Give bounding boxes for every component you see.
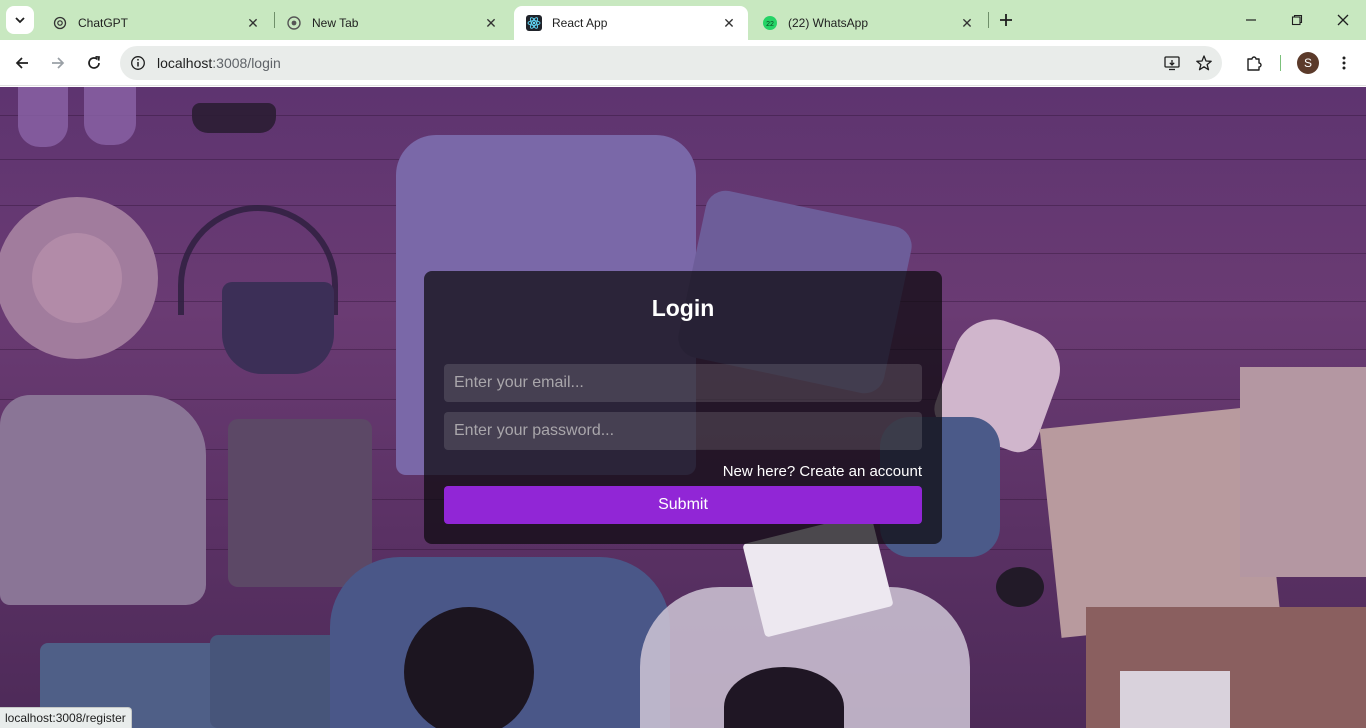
create-account-link[interactable]: New here? Create an account (723, 463, 922, 480)
url-text[interactable]: localhost:3008/login (157, 55, 281, 71)
login-page: Login New here? Create an account Submit (0, 87, 1366, 728)
tab-search-button[interactable] (6, 6, 34, 34)
forward-button[interactable] (44, 49, 72, 77)
minimize-button[interactable] (1228, 0, 1274, 40)
more-vertical-icon (1342, 56, 1346, 70)
url-path: :3008/login (212, 55, 281, 71)
email-input[interactable] (444, 364, 922, 402)
restore-icon (1291, 14, 1303, 26)
password-input[interactable] (444, 412, 922, 450)
chatgpt-icon (52, 15, 68, 31)
close-tab-icon[interactable]: ✕ (244, 14, 262, 32)
chevron-down-icon (15, 17, 25, 24)
tab-title: React App (552, 16, 608, 30)
whatsapp-badge: 22 (766, 21, 774, 28)
tab-title: ChatGPT (78, 16, 129, 30)
tab-separator (988, 12, 989, 28)
star-icon (1196, 55, 1212, 71)
submit-button[interactable]: Submit (444, 486, 922, 524)
arrow-right-icon (52, 57, 65, 69)
tab-chatgpt[interactable]: ChatGPT ✕ (40, 6, 272, 40)
status-bar-url: localhost:3008/register (0, 707, 132, 728)
close-icon (1337, 14, 1349, 26)
browser-menu-button[interactable] (1330, 49, 1358, 77)
close-tab-icon[interactable]: ✕ (720, 14, 738, 32)
close-tab-icon[interactable]: ✕ (482, 14, 500, 32)
browser-toolbar: localhost:3008/login S (0, 40, 1366, 86)
react-icon (526, 15, 542, 31)
chrome-icon (286, 15, 302, 31)
tab-new-tab[interactable]: New Tab ✕ (274, 6, 510, 40)
toolbar-separator (1280, 55, 1281, 71)
install-icon (1164, 56, 1180, 71)
extensions-button[interactable] (1240, 49, 1268, 77)
url-host: localhost (157, 55, 213, 71)
bookmark-button[interactable] (1192, 51, 1216, 75)
puzzle-icon (1247, 56, 1262, 71)
plus-icon (1000, 14, 1012, 26)
back-button[interactable] (8, 49, 36, 77)
profile-avatar[interactable]: S (1297, 52, 1319, 74)
arrow-left-icon (15, 57, 28, 69)
tab-react-app[interactable]: React App ✕ (514, 6, 748, 40)
reload-icon (88, 55, 100, 69)
address-bar[interactable]: localhost:3008/login (120, 46, 1222, 80)
reload-button[interactable] (80, 49, 108, 77)
restore-button[interactable] (1274, 0, 1320, 40)
close-tab-icon[interactable]: ✕ (958, 14, 976, 32)
login-card: Login New here? Create an account Submit (424, 271, 942, 544)
minimize-icon (1246, 19, 1256, 21)
tab-whatsapp[interactable]: 22 (22) WhatsApp ✕ (750, 6, 986, 40)
tab-title: (22) WhatsApp (788, 16, 869, 30)
tab-strip: ChatGPT ✕ New Tab ✕ React App ✕ 22 (22) … (0, 0, 1366, 40)
install-app-button[interactable] (1160, 51, 1184, 75)
whatsapp-icon: 22 (762, 15, 778, 31)
site-info-icon[interactable] (128, 53, 148, 73)
new-tab-button[interactable] (994, 8, 1018, 32)
tab-title: New Tab (312, 16, 359, 30)
login-title: Login (651, 295, 715, 321)
close-window-button[interactable] (1320, 0, 1366, 40)
